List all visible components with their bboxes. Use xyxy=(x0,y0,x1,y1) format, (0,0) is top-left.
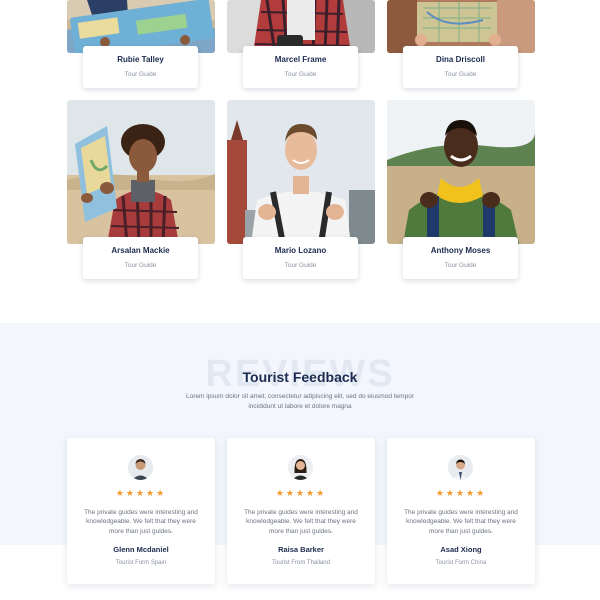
guide-name[interactable]: Marcel Frame xyxy=(243,55,358,64)
guide-name-card: Mario Lozano Tour Guide xyxy=(243,237,358,279)
guide-name-card: Rubie Talley Tour Guide xyxy=(83,46,198,88)
rating-stars: ★★★★★ xyxy=(115,488,167,498)
review-text: The private guides were interesting and … xyxy=(84,509,198,535)
guide-photo xyxy=(387,100,535,244)
page: Rubie Talley Tour Guide Marcel Frame Tou… xyxy=(0,0,600,600)
section-description: Lorem ipsum dolor sit amet, consectetur … xyxy=(186,393,414,410)
rating-stars: ★★★★★ xyxy=(275,488,327,498)
avatar xyxy=(448,455,473,480)
guide-card[interactable]: Marcel Frame Tour Guide xyxy=(227,0,375,90)
guide-name[interactable]: Rubie Talley xyxy=(83,55,198,64)
guide-name[interactable]: Mario Lozano xyxy=(243,246,358,255)
guide-name-card: Arsalan Mackie Tour Guide xyxy=(83,237,198,279)
guide-name-card: Dina Driscoll Tour Guide xyxy=(403,46,518,88)
review-card: ★★★★★ The private guides were interestin… xyxy=(67,438,215,584)
reviewer-origin: Tourist From Thailand xyxy=(272,560,330,566)
guide-name-card: Marcel Frame Tour Guide xyxy=(243,46,358,88)
guide-name[interactable]: Arsalan Mackie xyxy=(83,246,198,255)
guide-card[interactable]: Dina Driscoll Tour Guide xyxy=(387,0,535,90)
guide-name[interactable]: Anthony Moses xyxy=(403,246,518,255)
review-text: The private guides were interesting and … xyxy=(244,509,358,535)
review-card: ★★★★★ The private guides were interestin… xyxy=(387,438,535,584)
guide-role: Tour Guide xyxy=(444,262,477,269)
reviewer-origin: Tourist Form China xyxy=(435,560,487,566)
guide-card[interactable]: Rubie Talley Tour Guide xyxy=(67,0,215,90)
guide-role: Tour Guide xyxy=(284,71,317,78)
guide-name-card: Anthony Moses Tour Guide xyxy=(403,237,518,279)
guide-role: Tour Guide xyxy=(284,262,317,269)
reviewer-name: Glenn Mcdaniel xyxy=(113,545,169,554)
avatar xyxy=(128,455,153,480)
tour-guides-section: Rubie Talley Tour Guide Marcel Frame Tou… xyxy=(0,0,600,323)
guide-role: Tour Guide xyxy=(124,71,157,78)
reviews-section: REVIEWS Tourist Feedback Lorem ipsum dol… xyxy=(0,323,600,600)
reviewer-origin: Tourist Form Spain xyxy=(115,560,167,566)
guide-photo xyxy=(67,100,215,244)
guide-card[interactable]: Mario Lozano Tour Guide xyxy=(227,100,375,280)
rating-stars: ★★★★★ xyxy=(435,488,487,498)
guide-card[interactable]: Anthony Moses Tour Guide xyxy=(387,100,535,280)
guide-card[interactable]: Arsalan Mackie Tour Guide xyxy=(67,100,215,280)
guide-name[interactable]: Dina Driscoll xyxy=(403,55,518,64)
review-card: ★★★★★ The private guides were interestin… xyxy=(227,438,375,584)
reviewer-name: Raisa Barker xyxy=(278,545,324,554)
section-title: Tourist Feedback xyxy=(242,369,358,385)
guide-role: Tour Guide xyxy=(444,71,477,78)
avatar xyxy=(288,455,313,480)
review-text: The private guides were interesting and … xyxy=(404,509,518,535)
guide-role: Tour Guide xyxy=(124,262,157,269)
reviewer-name: Asad Xiong xyxy=(440,545,482,554)
guide-photo xyxy=(227,100,375,244)
